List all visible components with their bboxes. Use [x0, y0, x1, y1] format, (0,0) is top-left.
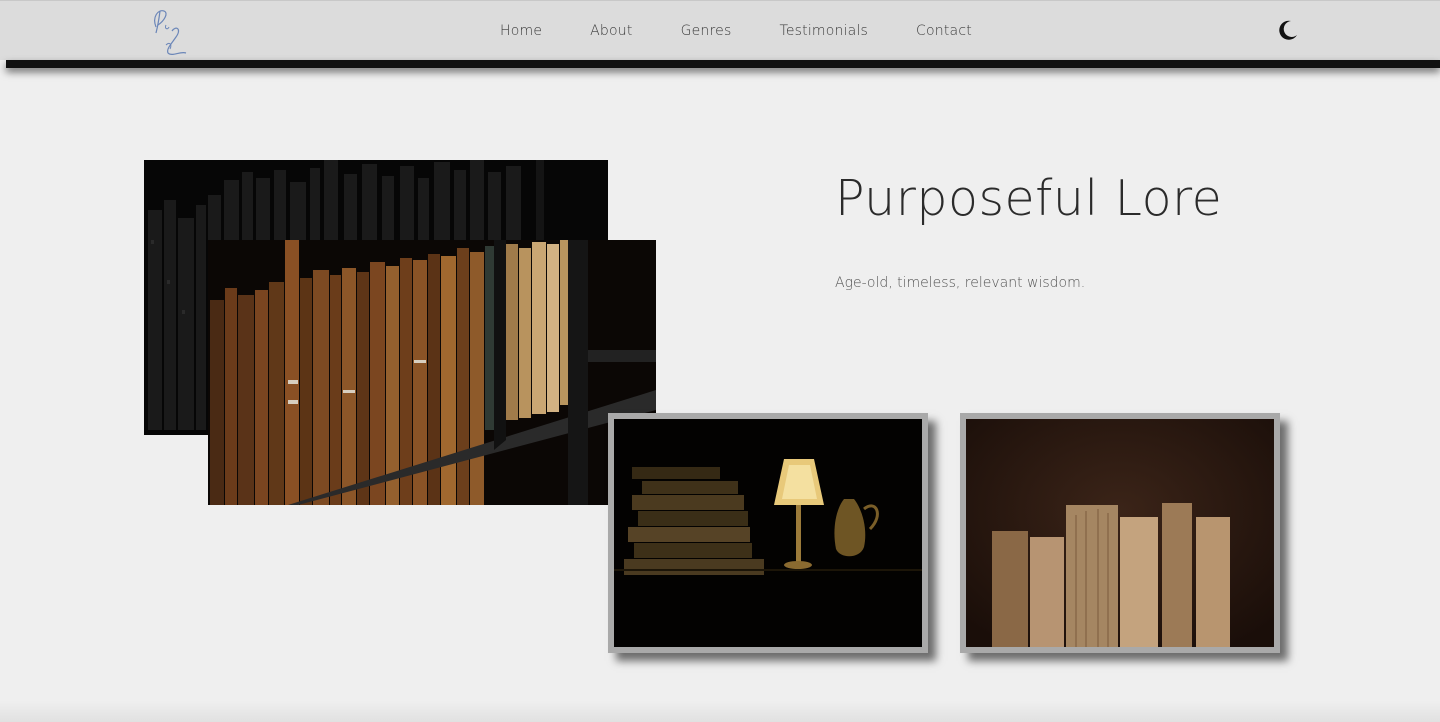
navbar-shadow	[6, 60, 1440, 68]
main-nav: Home About Genres Testimonials Contact	[500, 1, 1020, 61]
nav-about-link[interactable]: About	[590, 23, 632, 39]
nav-genres-link[interactable]: Genres	[681, 23, 732, 39]
page-title: Purposeful Lore	[835, 170, 1223, 227]
lamp-and-books-photo	[608, 413, 928, 653]
bottom-fade	[0, 700, 1440, 722]
nav-home-link[interactable]: Home	[500, 23, 542, 39]
worn-books-photo	[960, 413, 1280, 653]
nav-contact-link[interactable]: Contact	[916, 23, 972, 39]
nav-testimonials-link[interactable]: Testimonials	[779, 23, 868, 39]
page-subtitle: Age-old, timeless, relevant wisdom.	[835, 275, 1086, 291]
navbar: Home About Genres Testimonials Contact	[0, 0, 1440, 60]
old-books-shelf-photo	[208, 240, 656, 505]
logo-monogram-icon[interactable]	[142, 5, 192, 57]
moon-icon[interactable]	[1277, 19, 1299, 41]
